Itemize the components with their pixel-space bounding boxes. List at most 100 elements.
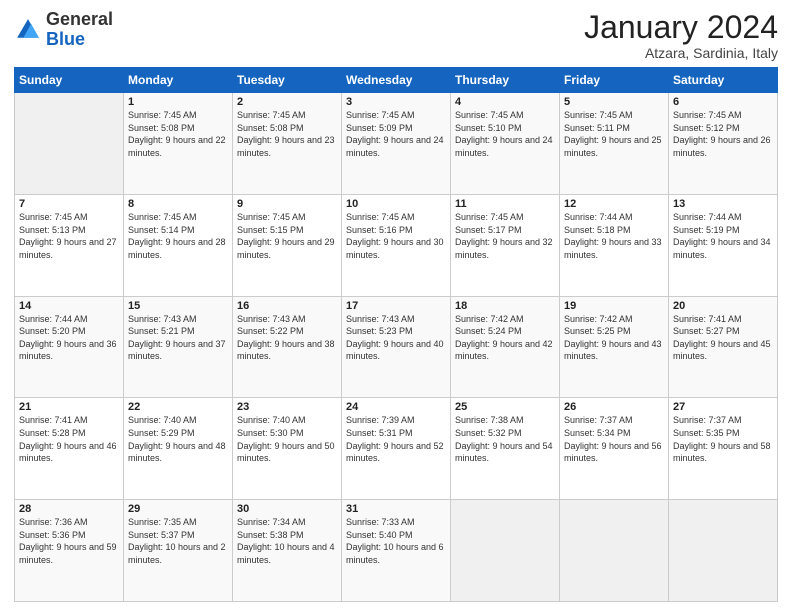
day-number: 31 — [346, 503, 446, 515]
day-number: 21 — [19, 401, 119, 413]
logo-text: General Blue — [46, 10, 113, 50]
day-number: 12 — [564, 198, 664, 210]
calendar-cell: 31Sunrise: 7:33 AMSunset: 5:40 PMDayligh… — [342, 500, 451, 602]
calendar-header-row: SundayMondayTuesdayWednesdayThursdayFrid… — [15, 68, 778, 93]
day-number: 30 — [237, 503, 337, 515]
day-number: 20 — [673, 300, 773, 312]
calendar-cell — [451, 500, 560, 602]
calendar-cell: 25Sunrise: 7:38 AMSunset: 5:32 PMDayligh… — [451, 398, 560, 500]
day-number: 26 — [564, 401, 664, 413]
day-number: 6 — [673, 96, 773, 108]
day-number: 19 — [564, 300, 664, 312]
day-info: Sunrise: 7:41 AMSunset: 5:27 PMDaylight:… — [673, 313, 773, 363]
calendar-cell: 10Sunrise: 7:45 AMSunset: 5:16 PMDayligh… — [342, 194, 451, 296]
calendar-cell: 7Sunrise: 7:45 AMSunset: 5:13 PMDaylight… — [15, 194, 124, 296]
calendar-cell: 22Sunrise: 7:40 AMSunset: 5:29 PMDayligh… — [124, 398, 233, 500]
calendar-table: SundayMondayTuesdayWednesdayThursdayFrid… — [14, 67, 778, 602]
calendar-cell: 18Sunrise: 7:42 AMSunset: 5:24 PMDayligh… — [451, 296, 560, 398]
day-number: 27 — [673, 401, 773, 413]
header: General Blue January 2024 Atzara, Sardin… — [14, 10, 778, 61]
day-number: 29 — [128, 503, 228, 515]
logo-icon — [14, 16, 42, 44]
calendar-cell: 14Sunrise: 7:44 AMSunset: 5:20 PMDayligh… — [15, 296, 124, 398]
day-number: 22 — [128, 401, 228, 413]
day-info: Sunrise: 7:39 AMSunset: 5:31 PMDaylight:… — [346, 414, 446, 464]
day-number: 1 — [128, 96, 228, 108]
day-info: Sunrise: 7:42 AMSunset: 5:25 PMDaylight:… — [564, 313, 664, 363]
day-info: Sunrise: 7:45 AMSunset: 5:14 PMDaylight:… — [128, 211, 228, 261]
day-number: 10 — [346, 198, 446, 210]
calendar-week-3: 14Sunrise: 7:44 AMSunset: 5:20 PMDayligh… — [15, 296, 778, 398]
weekday-header-friday: Friday — [560, 68, 669, 93]
calendar-week-1: 1Sunrise: 7:45 AMSunset: 5:08 PMDaylight… — [15, 93, 778, 195]
calendar-cell: 1Sunrise: 7:45 AMSunset: 5:08 PMDaylight… — [124, 93, 233, 195]
day-number: 28 — [19, 503, 119, 515]
weekday-header-tuesday: Tuesday — [233, 68, 342, 93]
day-number: 23 — [237, 401, 337, 413]
calendar-cell: 5Sunrise: 7:45 AMSunset: 5:11 PMDaylight… — [560, 93, 669, 195]
calendar-week-4: 21Sunrise: 7:41 AMSunset: 5:28 PMDayligh… — [15, 398, 778, 500]
calendar-cell: 15Sunrise: 7:43 AMSunset: 5:21 PMDayligh… — [124, 296, 233, 398]
calendar-cell: 11Sunrise: 7:45 AMSunset: 5:17 PMDayligh… — [451, 194, 560, 296]
calendar-cell: 23Sunrise: 7:40 AMSunset: 5:30 PMDayligh… — [233, 398, 342, 500]
day-info: Sunrise: 7:41 AMSunset: 5:28 PMDaylight:… — [19, 414, 119, 464]
day-number: 3 — [346, 96, 446, 108]
day-number: 2 — [237, 96, 337, 108]
day-info: Sunrise: 7:45 AMSunset: 5:15 PMDaylight:… — [237, 211, 337, 261]
day-info: Sunrise: 7:44 AMSunset: 5:19 PMDaylight:… — [673, 211, 773, 261]
day-info: Sunrise: 7:36 AMSunset: 5:36 PMDaylight:… — [19, 516, 119, 566]
calendar-cell: 28Sunrise: 7:36 AMSunset: 5:36 PMDayligh… — [15, 500, 124, 602]
day-number: 13 — [673, 198, 773, 210]
day-info: Sunrise: 7:34 AMSunset: 5:38 PMDaylight:… — [237, 516, 337, 566]
weekday-header-wednesday: Wednesday — [342, 68, 451, 93]
day-info: Sunrise: 7:45 AMSunset: 5:17 PMDaylight:… — [455, 211, 555, 261]
day-info: Sunrise: 7:44 AMSunset: 5:20 PMDaylight:… — [19, 313, 119, 363]
day-number: 15 — [128, 300, 228, 312]
day-info: Sunrise: 7:40 AMSunset: 5:30 PMDaylight:… — [237, 414, 337, 464]
calendar-cell: 9Sunrise: 7:45 AMSunset: 5:15 PMDaylight… — [233, 194, 342, 296]
weekday-header-thursday: Thursday — [451, 68, 560, 93]
day-number: 17 — [346, 300, 446, 312]
calendar-week-2: 7Sunrise: 7:45 AMSunset: 5:13 PMDaylight… — [15, 194, 778, 296]
calendar-cell: 21Sunrise: 7:41 AMSunset: 5:28 PMDayligh… — [15, 398, 124, 500]
calendar-cell — [669, 500, 778, 602]
calendar-week-5: 28Sunrise: 7:36 AMSunset: 5:36 PMDayligh… — [15, 500, 778, 602]
calendar-cell: 4Sunrise: 7:45 AMSunset: 5:10 PMDaylight… — [451, 93, 560, 195]
calendar-cell: 6Sunrise: 7:45 AMSunset: 5:12 PMDaylight… — [669, 93, 778, 195]
day-info: Sunrise: 7:45 AMSunset: 5:08 PMDaylight:… — [237, 109, 337, 159]
month-title: January 2024 — [584, 10, 778, 45]
weekday-header-saturday: Saturday — [669, 68, 778, 93]
day-info: Sunrise: 7:45 AMSunset: 5:08 PMDaylight:… — [128, 109, 228, 159]
calendar-cell: 8Sunrise: 7:45 AMSunset: 5:14 PMDaylight… — [124, 194, 233, 296]
calendar-cell: 3Sunrise: 7:45 AMSunset: 5:09 PMDaylight… — [342, 93, 451, 195]
day-info: Sunrise: 7:44 AMSunset: 5:18 PMDaylight:… — [564, 211, 664, 261]
page: General Blue January 2024 Atzara, Sardin… — [0, 0, 792, 612]
day-info: Sunrise: 7:38 AMSunset: 5:32 PMDaylight:… — [455, 414, 555, 464]
logo: General Blue — [14, 10, 113, 50]
day-number: 24 — [346, 401, 446, 413]
day-info: Sunrise: 7:45 AMSunset: 5:12 PMDaylight:… — [673, 109, 773, 159]
subtitle: Atzara, Sardinia, Italy — [584, 45, 778, 61]
day-number: 5 — [564, 96, 664, 108]
day-info: Sunrise: 7:43 AMSunset: 5:22 PMDaylight:… — [237, 313, 337, 363]
weekday-header-sunday: Sunday — [15, 68, 124, 93]
day-number: 9 — [237, 198, 337, 210]
day-info: Sunrise: 7:45 AMSunset: 5:09 PMDaylight:… — [346, 109, 446, 159]
day-number: 25 — [455, 401, 555, 413]
day-info: Sunrise: 7:37 AMSunset: 5:35 PMDaylight:… — [673, 414, 773, 464]
day-number: 7 — [19, 198, 119, 210]
calendar-cell: 19Sunrise: 7:42 AMSunset: 5:25 PMDayligh… — [560, 296, 669, 398]
weekday-header-monday: Monday — [124, 68, 233, 93]
calendar-cell: 24Sunrise: 7:39 AMSunset: 5:31 PMDayligh… — [342, 398, 451, 500]
calendar-cell: 26Sunrise: 7:37 AMSunset: 5:34 PMDayligh… — [560, 398, 669, 500]
day-info: Sunrise: 7:45 AMSunset: 5:11 PMDaylight:… — [564, 109, 664, 159]
day-number: 11 — [455, 198, 555, 210]
day-number: 18 — [455, 300, 555, 312]
calendar-cell: 16Sunrise: 7:43 AMSunset: 5:22 PMDayligh… — [233, 296, 342, 398]
day-info: Sunrise: 7:45 AMSunset: 5:16 PMDaylight:… — [346, 211, 446, 261]
calendar-cell — [15, 93, 124, 195]
logo-general: General — [46, 9, 113, 29]
day-info: Sunrise: 7:42 AMSunset: 5:24 PMDaylight:… — [455, 313, 555, 363]
calendar-cell: 2Sunrise: 7:45 AMSunset: 5:08 PMDaylight… — [233, 93, 342, 195]
day-info: Sunrise: 7:33 AMSunset: 5:40 PMDaylight:… — [346, 516, 446, 566]
